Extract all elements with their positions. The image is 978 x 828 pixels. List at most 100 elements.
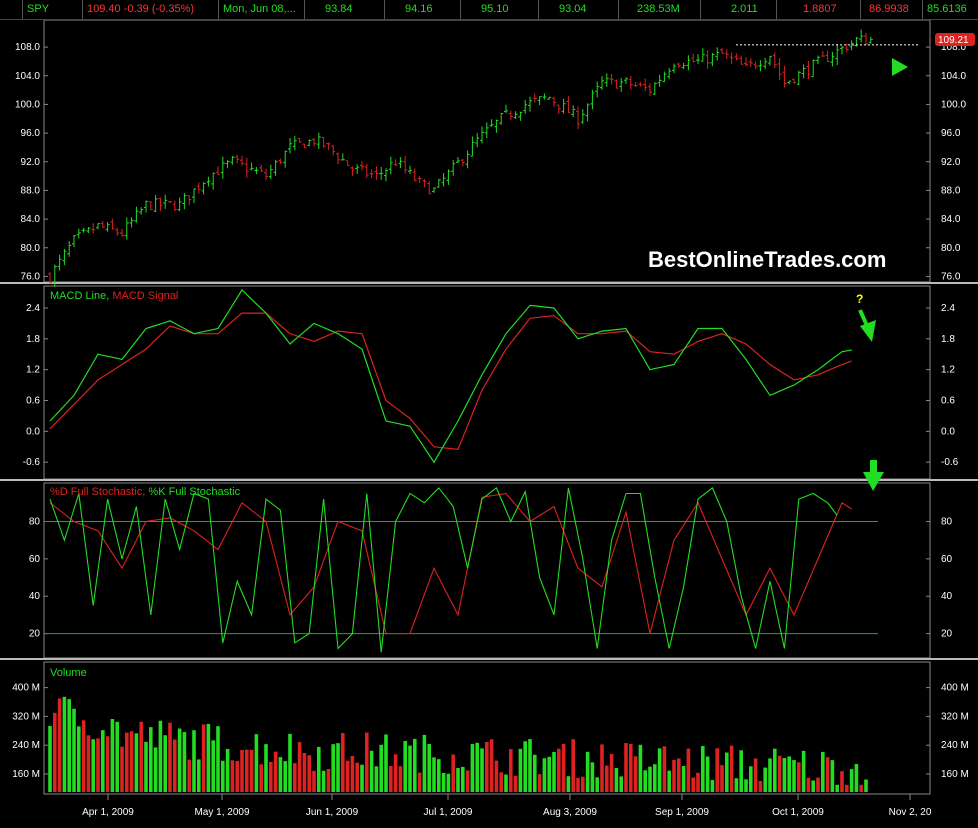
volume-bar — [576, 777, 580, 792]
y-tick-left: 100.0 — [15, 99, 40, 110]
volume-bar — [763, 767, 767, 792]
y-tick-left: 20 — [29, 629, 41, 640]
y-tick-left: 400 M — [12, 683, 40, 694]
volume-bar — [600, 744, 604, 792]
quote-bar: SPY 109.40 -0.39 (-0.35%) Mon, Jun 08,..… — [0, 0, 978, 20]
volume-bar — [845, 784, 849, 792]
volume-bar — [81, 720, 86, 792]
volume-bar — [437, 759, 441, 792]
volume-bar — [326, 768, 331, 792]
volume-bar — [129, 731, 134, 792]
quote-close: 93.04 — [538, 0, 618, 19]
y-tick-right: 240 M — [941, 740, 969, 751]
volume-bar — [619, 776, 623, 792]
volume-bar — [557, 748, 561, 792]
question-mark-annotation: ? — [856, 292, 863, 306]
volume-bar — [518, 748, 523, 792]
y-tick-right: 0.0 — [941, 426, 955, 437]
y-tick-left: 0.0 — [26, 426, 40, 437]
volume-bar — [417, 772, 422, 792]
volume-bar — [672, 760, 676, 792]
volume-bar — [782, 758, 787, 792]
volume-bar — [811, 780, 815, 792]
volume-bar — [201, 724, 206, 792]
y-tick-right: 80.0 — [941, 243, 961, 254]
x-axis-label: Jun 1, 2009 — [306, 807, 359, 818]
volume-bar — [67, 699, 71, 792]
volume-bar — [830, 760, 835, 792]
volume-bar — [667, 770, 671, 792]
y-tick-right: 400 M — [941, 683, 969, 694]
volume-bar — [96, 738, 100, 792]
volume-bar — [768, 758, 772, 792]
volume-bar — [374, 766, 379, 792]
y-tick-right: 60 — [941, 554, 953, 565]
y-tick-left: 88.0 — [21, 185, 41, 196]
y-tick-left: 0.6 — [26, 395, 40, 406]
volume-bar — [398, 766, 403, 792]
volume-bar — [696, 772, 700, 792]
volume-bar — [624, 743, 628, 792]
volume-bar — [197, 759, 201, 792]
volume-bar — [211, 740, 215, 792]
volume-bar — [537, 774, 542, 792]
volume-bar — [470, 744, 475, 792]
y-tick-right: -0.6 — [941, 457, 959, 468]
volume-bar — [225, 748, 230, 792]
volume-bar — [53, 712, 57, 792]
volume-bar — [331, 744, 335, 792]
y-tick-left: 40 — [29, 591, 41, 602]
volume-bar — [153, 747, 158, 792]
volume-bar — [86, 735, 91, 792]
volume-bar — [662, 746, 667, 792]
volume-bar — [384, 734, 388, 792]
volume-bar — [566, 776, 571, 792]
chart-canvas: 76.0 76.0 80.0 80.0 84.0 84.0 88.0 88.0 92.0 92.0… — [0, 20, 978, 828]
volume-bar — [413, 738, 417, 792]
volume-bar — [758, 780, 763, 792]
volume-bar — [297, 742, 302, 792]
volume-bar — [547, 756, 551, 792]
watermark-text: BestOnlineTrades.com — [648, 247, 886, 272]
quote-value-2: 1.8807 — [776, 0, 860, 19]
volume-bar — [115, 721, 119, 792]
volume-bar — [302, 752, 307, 792]
volume-bar — [485, 742, 489, 792]
volume-bar — [144, 741, 148, 792]
volume-bar — [182, 732, 187, 792]
x-axis-label: Aug 3, 2009 — [543, 807, 597, 818]
volume-bar — [509, 749, 513, 792]
volume-bar — [293, 763, 297, 792]
volume-bar — [643, 770, 647, 792]
volume-bar — [240, 750, 244, 792]
volume-bar — [273, 751, 278, 792]
volume-bar — [422, 734, 427, 792]
y-tick-right: 88.0 — [941, 185, 961, 196]
volume-bar — [648, 766, 652, 792]
volume-bar — [230, 760, 235, 792]
volume-bar — [701, 746, 705, 792]
y-tick-left: 80.0 — [21, 243, 41, 254]
volume-bar — [134, 733, 139, 792]
volume-bar — [513, 775, 518, 792]
volume-bar — [307, 755, 311, 792]
quote-symbol[interactable]: SPY — [22, 0, 82, 19]
volume-bar — [48, 725, 52, 792]
volume-bar — [456, 767, 460, 792]
y-tick-right: 80 — [941, 516, 953, 527]
volume-bar — [561, 743, 566, 792]
volume-bar — [427, 743, 431, 792]
y-tick-right: 40 — [941, 591, 953, 602]
volume-bar — [408, 745, 412, 792]
y-tick-left: 320 M — [12, 711, 40, 722]
volume-bar — [585, 751, 590, 792]
y-tick-left: 92.0 — [21, 157, 41, 168]
volume-bar — [681, 766, 686, 792]
volume-bar — [581, 776, 585, 792]
volume-bar — [249, 749, 254, 792]
quote-low: 95.10 — [460, 0, 538, 19]
y-tick-right: 96.0 — [941, 128, 961, 139]
volume-bar — [235, 761, 239, 792]
volume-bar — [849, 769, 854, 792]
last-price-label: 109.21 — [938, 35, 969, 46]
